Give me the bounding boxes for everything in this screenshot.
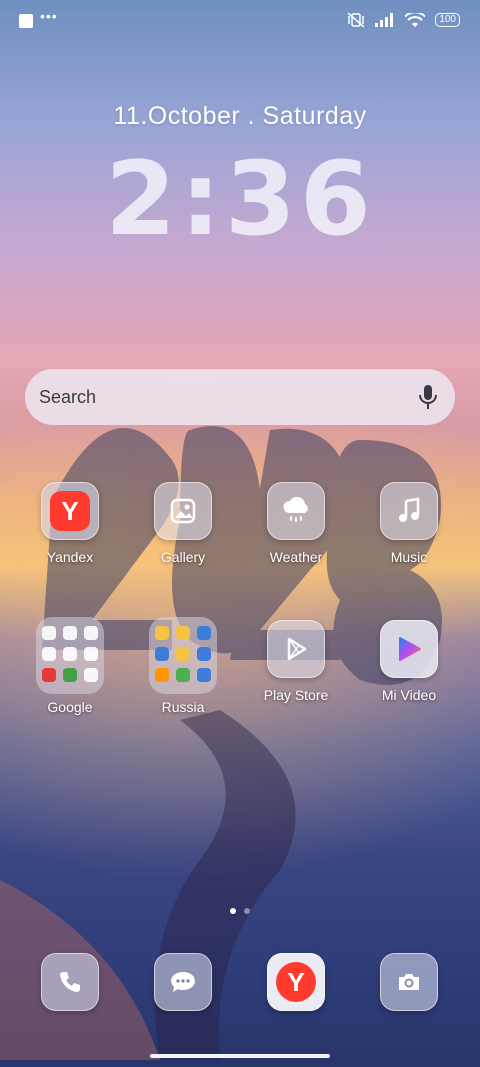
wifi-icon bbox=[405, 12, 426, 27]
app-label: Music bbox=[390, 549, 428, 565]
more-dots-icon: ••• bbox=[40, 8, 58, 24]
status-bar: ••• 100 bbox=[0, 0, 480, 40]
dock-camera[interactable] bbox=[353, 953, 465, 1011]
dock-phone[interactable] bbox=[14, 953, 126, 1011]
date-label: 11.October . Saturday bbox=[113, 102, 367, 130]
app-label: Weather bbox=[269, 549, 323, 565]
app-play-store[interactable]: Play Store bbox=[240, 620, 352, 703]
music-icon bbox=[380, 482, 438, 540]
signal-icon bbox=[375, 13, 394, 27]
clock-widget[interactable]: 2:36 bbox=[0, 140, 480, 259]
mic-icon[interactable] bbox=[418, 384, 438, 410]
battery-icon: 100 bbox=[435, 13, 460, 27]
app-label: Mi Video bbox=[381, 687, 437, 703]
messages-icon bbox=[154, 953, 212, 1011]
app-music[interactable]: Music bbox=[353, 482, 465, 565]
app-label: Russia bbox=[161, 699, 205, 715]
vibrate-off-icon bbox=[347, 12, 365, 28]
play-store-icon bbox=[267, 620, 325, 678]
folder-russia[interactable]: Russia bbox=[127, 617, 239, 715]
folder-icon bbox=[149, 617, 217, 694]
page-dot[interactable] bbox=[244, 908, 250, 914]
dock-messages[interactable] bbox=[127, 953, 239, 1011]
gallery-icon bbox=[154, 482, 212, 540]
camera-icon bbox=[380, 953, 438, 1011]
yandex-browser-icon: Y bbox=[267, 953, 325, 1011]
search-placeholder: Search bbox=[39, 387, 97, 407]
weather-icon bbox=[267, 482, 325, 540]
app-mi-video[interactable]: Mi Video bbox=[353, 620, 465, 703]
app-gallery[interactable]: Gallery bbox=[127, 482, 239, 565]
search-bar[interactable]: Search bbox=[25, 369, 455, 425]
page-indicator bbox=[230, 908, 250, 914]
app-square-icon bbox=[19, 14, 33, 28]
app-weather[interactable]: Weather bbox=[240, 482, 352, 565]
folder-icon bbox=[36, 617, 104, 694]
app-label: Gallery bbox=[160, 549, 206, 565]
phone-icon bbox=[41, 953, 99, 1011]
mi-video-icon bbox=[380, 620, 438, 678]
yandex-icon: Y bbox=[41, 482, 99, 540]
dock-yandex-browser[interactable]: Y bbox=[240, 953, 352, 1011]
folder-google[interactable]: Google bbox=[14, 617, 126, 715]
app-yandex[interactable]: Y Yandex bbox=[14, 482, 126, 565]
app-label: Google bbox=[47, 699, 93, 715]
page-dot-active bbox=[230, 908, 236, 914]
app-label: Yandex bbox=[46, 549, 94, 565]
app-label: Play Store bbox=[263, 687, 329, 703]
gesture-navigation-bar[interactable] bbox=[150, 1054, 330, 1058]
